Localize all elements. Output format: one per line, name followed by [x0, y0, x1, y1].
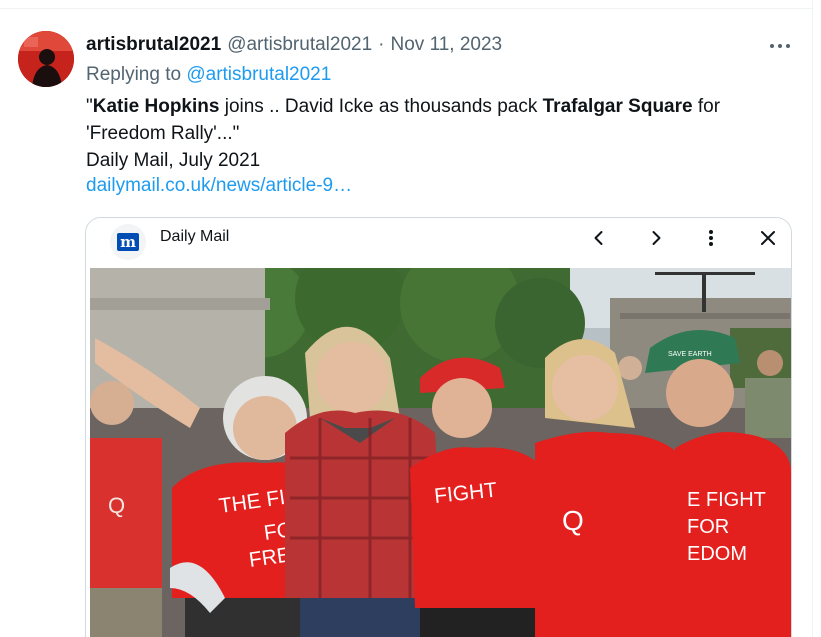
source-name: Daily Mail [160, 228, 230, 245]
article-link[interactable]: dailymail.co.uk/news/article-9… [86, 175, 352, 197]
tweet-text-line-1: "Katie Hopkins joins .. David Icke as th… [86, 93, 796, 120]
top-divider [0, 8, 812, 9]
shirt-text-5c: EDOM [687, 543, 747, 565]
shirt-text-5a: E FIGHT [687, 489, 766, 511]
chevron-right-icon [652, 231, 661, 245]
more-vertical-icon [709, 230, 713, 246]
text-segment-end: for [692, 96, 721, 117]
tweet-header: artisbrutal2021 @artisbrutal2021 · Nov 1… [86, 33, 502, 57]
chevron-left-icon [594, 231, 603, 245]
close-card-button[interactable] [754, 224, 782, 252]
more-options-button[interactable] [762, 36, 798, 56]
avatar-image [18, 31, 74, 87]
tweet-text-line-2: 'Freedom Rally'..." [86, 123, 240, 144]
previous-button[interactable] [585, 224, 613, 252]
article-photo[interactable]: Q THE FIGHT FOR FREEDOM [90, 268, 791, 637]
man-shirt-logo: Q [108, 493, 125, 518]
link-preview-card[interactable]: m Daily Mail Q THE FIGHT FIGHT Q SAVE EA… [85, 217, 792, 637]
shirt-logo-4: Q [562, 505, 584, 536]
card-header: m Daily Mail [86, 218, 791, 268]
more-dot [770, 44, 774, 48]
text-bold-name: Katie Hopkins [92, 96, 220, 117]
avatar[interactable] [18, 31, 74, 87]
source-favicon: m [110, 224, 146, 260]
card-menu-button[interactable] [697, 224, 725, 252]
text-quote: " [86, 96, 93, 117]
rally-photo: Q THE FIGHT FOR FREEDOM [90, 268, 791, 637]
close-icon [761, 231, 775, 245]
dailymail-logo-icon: m [117, 233, 139, 251]
text-bold-place: Trafalgar Square [542, 96, 693, 117]
replying-to-mention[interactable]: @artisbrutal2021 [186, 64, 331, 85]
cap-text: SAVE EARTH [668, 351, 712, 358]
right-divider [812, 0, 813, 637]
tweet-text: "Katie Hopkins joins .. David Icke as th… [86, 93, 796, 174]
more-dot [786, 44, 790, 48]
separator-dot: · [378, 34, 385, 55]
text-segment: joins .. David Icke as thousands pack [219, 96, 543, 117]
tweet-date[interactable]: Nov 11, 2023 [391, 34, 503, 56]
user-handle[interactable]: @artisbrutal2021 [227, 34, 372, 56]
shirt-text-5b: FOR [687, 516, 729, 538]
replying-to: Replying to @artisbrutal2021 [86, 64, 331, 86]
display-name[interactable]: artisbrutal2021 [86, 34, 221, 56]
more-dot [778, 44, 782, 48]
tweet-text-line-3: Daily Mail, July 2021 [86, 150, 261, 171]
next-button[interactable] [642, 224, 670, 252]
replying-to-label: Replying to [86, 64, 187, 85]
